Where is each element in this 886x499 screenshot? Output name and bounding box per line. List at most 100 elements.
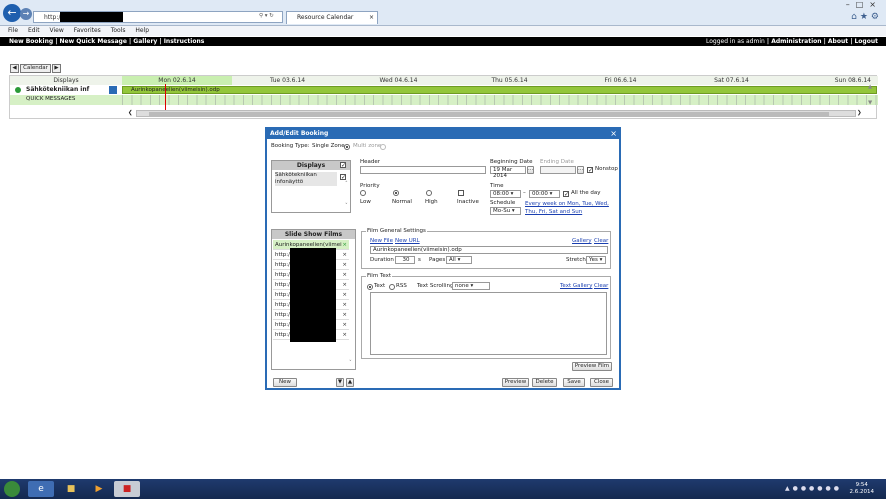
priority-inactive-label: Inactive — [457, 199, 479, 205]
text-radio[interactable] — [367, 284, 373, 290]
resource-name[interactable]: Sähkötekniikan inf — [26, 85, 89, 95]
schedule-select[interactable]: Mo-Su ▾ — [490, 207, 521, 215]
clear-link[interactable]: Clear — [594, 238, 608, 245]
preview-button[interactable]: Preview — [502, 378, 529, 387]
tab-resource-calendar[interactable]: Resource Calendar × — [286, 11, 378, 24]
delete-button[interactable]: Delete — [532, 378, 557, 387]
scroll-up-icon[interactable]: ˄ — [345, 181, 348, 188]
display-item[interactable]: Sähkötekniikan infonäyttö — [275, 172, 337, 186]
app-taskbar-icon[interactable]: ■ — [114, 481, 140, 497]
film-text-area[interactable] — [370, 292, 607, 355]
priority-low-radio[interactable] — [360, 190, 366, 196]
scroll-down-icon[interactable]: ˅ — [345, 203, 348, 210]
save-button[interactable]: Save — [563, 378, 585, 387]
nav-gallery[interactable]: Gallery — [133, 38, 157, 45]
priority-normal-radio[interactable] — [393, 190, 399, 196]
scroll-down-icon[interactable]: ˅ — [349, 360, 352, 367]
resource-row: Sähkötekniikan inf Aurinkopaneelien(viim… — [10, 85, 878, 95]
film-name-input[interactable]: Aurinkopaneelien(viimeisin).odp — [370, 246, 608, 254]
nav-about[interactable]: About — [828, 38, 848, 45]
stretch-select[interactable]: Yes ▾ — [586, 256, 606, 264]
move-down-button[interactable]: ▼ — [336, 378, 344, 387]
text-scrolling-select[interactable]: none ▾ — [452, 282, 490, 290]
priority-high-radio[interactable] — [426, 190, 432, 196]
all-the-day-checkbox[interactable]: ✓ — [563, 191, 569, 198]
forward-arrow-icon[interactable]: → — [20, 8, 32, 20]
taskbar-clock[interactable]: 9:54 2.6.2014 — [850, 482, 875, 496]
day-header[interactable]: Tue 03.6.14 — [232, 76, 343, 85]
next-week-button[interactable]: ▶ — [52, 64, 61, 73]
menu-favorites[interactable]: Favorites — [74, 27, 101, 34]
browser-toolbar: ← → http:// ⚲ ▾ ↻ Resource Calendar × ⌂★⚙… — [0, 0, 886, 26]
day-header[interactable]: Fri 06.6.14 — [565, 76, 676, 85]
vertical-scroll-icon[interactable]: ▲ — [868, 84, 872, 91]
multi-zone-label: Multi zone — [353, 143, 382, 149]
displays-header: Displays — [272, 161, 350, 170]
display-item-checkbox[interactable]: ✓ — [340, 174, 346, 181]
menu-help[interactable]: Help — [135, 27, 149, 34]
day-header[interactable]: Wed 04.6.14 — [343, 76, 454, 85]
system-tray-icons[interactable]: ▲●●●●●● — [785, 485, 842, 492]
pages-select[interactable]: All ▾ — [446, 256, 472, 264]
header-input[interactable] — [360, 166, 486, 174]
scroll-left-icon[interactable]: ❮ — [128, 110, 133, 117]
move-up-button[interactable]: ▲ — [346, 378, 354, 387]
nav-instructions[interactable]: Instructions — [164, 38, 205, 45]
displays-select-all-checkbox[interactable]: ✓ — [340, 162, 346, 169]
time-end-select[interactable]: 00:00 ▾ — [529, 190, 560, 198]
schedule-link[interactable]: Every week on Mon, Tue, Wed, Thu, Fri, S… — [525, 200, 617, 216]
day-header[interactable]: Sat 07.6.14 — [676, 76, 787, 85]
film-text-section: Film Text Text RSS Text Scrolling none ▾… — [361, 273, 611, 359]
close-tab-icon[interactable]: × — [369, 12, 374, 24]
dialog-close-icon[interactable]: × — [610, 129, 617, 139]
all-the-day-label: All the day — [571, 190, 601, 196]
gallery-link[interactable]: Gallery — [572, 238, 592, 245]
priority-inactive-checkbox[interactable] — [458, 190, 464, 196]
search-refresh-icons[interactable]: ⚲ ▾ ↻ — [259, 13, 274, 20]
horizontal-scrollbar[interactable] — [136, 110, 856, 117]
window-controls[interactable]: –□× — [846, 0, 882, 9]
menu-view[interactable]: View — [50, 27, 64, 34]
nav-new-booking[interactable]: New Booking — [9, 38, 53, 45]
time-start-select[interactable]: 08:00 ▾ — [490, 190, 521, 198]
new-file-link[interactable]: New File — [370, 238, 393, 245]
nav-logout[interactable]: Logout — [854, 38, 878, 45]
duration-input[interactable]: 30 — [395, 256, 415, 264]
text-clear-link[interactable]: Clear — [594, 283, 608, 290]
prev-week-button[interactable]: ◀ — [10, 64, 19, 73]
folder-taskbar-icon[interactable]: ■ — [58, 481, 84, 497]
media-player-taskbar-icon[interactable]: ▶ — [86, 481, 112, 497]
calendar-picker-icon[interactable]: ⋯ — [527, 166, 534, 174]
scroll-right-icon[interactable]: ❯ — [857, 110, 862, 117]
priority-high-label: High — [425, 199, 438, 205]
single-zone-radio[interactable] — [344, 144, 350, 150]
vertical-scroll-icon[interactable]: ▼ — [868, 100, 872, 107]
ie-taskbar-icon[interactable]: e — [28, 481, 54, 497]
nonstop-checkbox[interactable]: ✓ — [587, 167, 593, 174]
menu-edit[interactable]: Edit — [28, 27, 40, 34]
nav-administration[interactable]: Administration — [771, 38, 821, 45]
day-header[interactable]: Sun 08.6.14 — [787, 76, 877, 85]
preview-film-button[interactable]: Preview Film — [572, 362, 612, 371]
beginning-date-input[interactable]: 19 Mar 2014 — [490, 166, 526, 179]
booking-bar[interactable]: Aurinkopaneelien(viimeisin).odp — [122, 86, 877, 94]
menu-file[interactable]: File — [8, 27, 18, 34]
close-button[interactable]: Close — [590, 378, 613, 387]
browser-tool-icons[interactable]: ⌂★⚙ — [851, 12, 882, 22]
text-gallery-link[interactable]: Text Gallery — [560, 283, 592, 290]
windows-taskbar: e ■ ▶ ■ ▲●●●●●● 9:54 2.6.2014 — [0, 479, 886, 499]
calendar-picker-icon[interactable]: ⋯ — [577, 166, 584, 174]
back-arrow-icon[interactable]: ← — [3, 4, 21, 22]
calendar-button[interactable]: Calendar — [20, 64, 51, 73]
day-header[interactable]: Thu 05.6.14 — [454, 76, 565, 85]
time-label: Time — [490, 183, 504, 189]
multi-zone-radio[interactable] — [380, 144, 386, 150]
day-header[interactable]: Mon 02.6.14 — [122, 76, 232, 85]
nav-new-quick-message[interactable]: New Quick Message — [60, 38, 127, 45]
start-button-icon[interactable] — [4, 481, 20, 497]
ending-date-input[interactable] — [540, 166, 576, 174]
rss-radio[interactable] — [389, 284, 395, 290]
new-url-link[interactable]: New URL — [395, 238, 420, 245]
new-film-button[interactable]: New — [273, 378, 297, 387]
menu-tools[interactable]: Tools — [111, 27, 126, 34]
